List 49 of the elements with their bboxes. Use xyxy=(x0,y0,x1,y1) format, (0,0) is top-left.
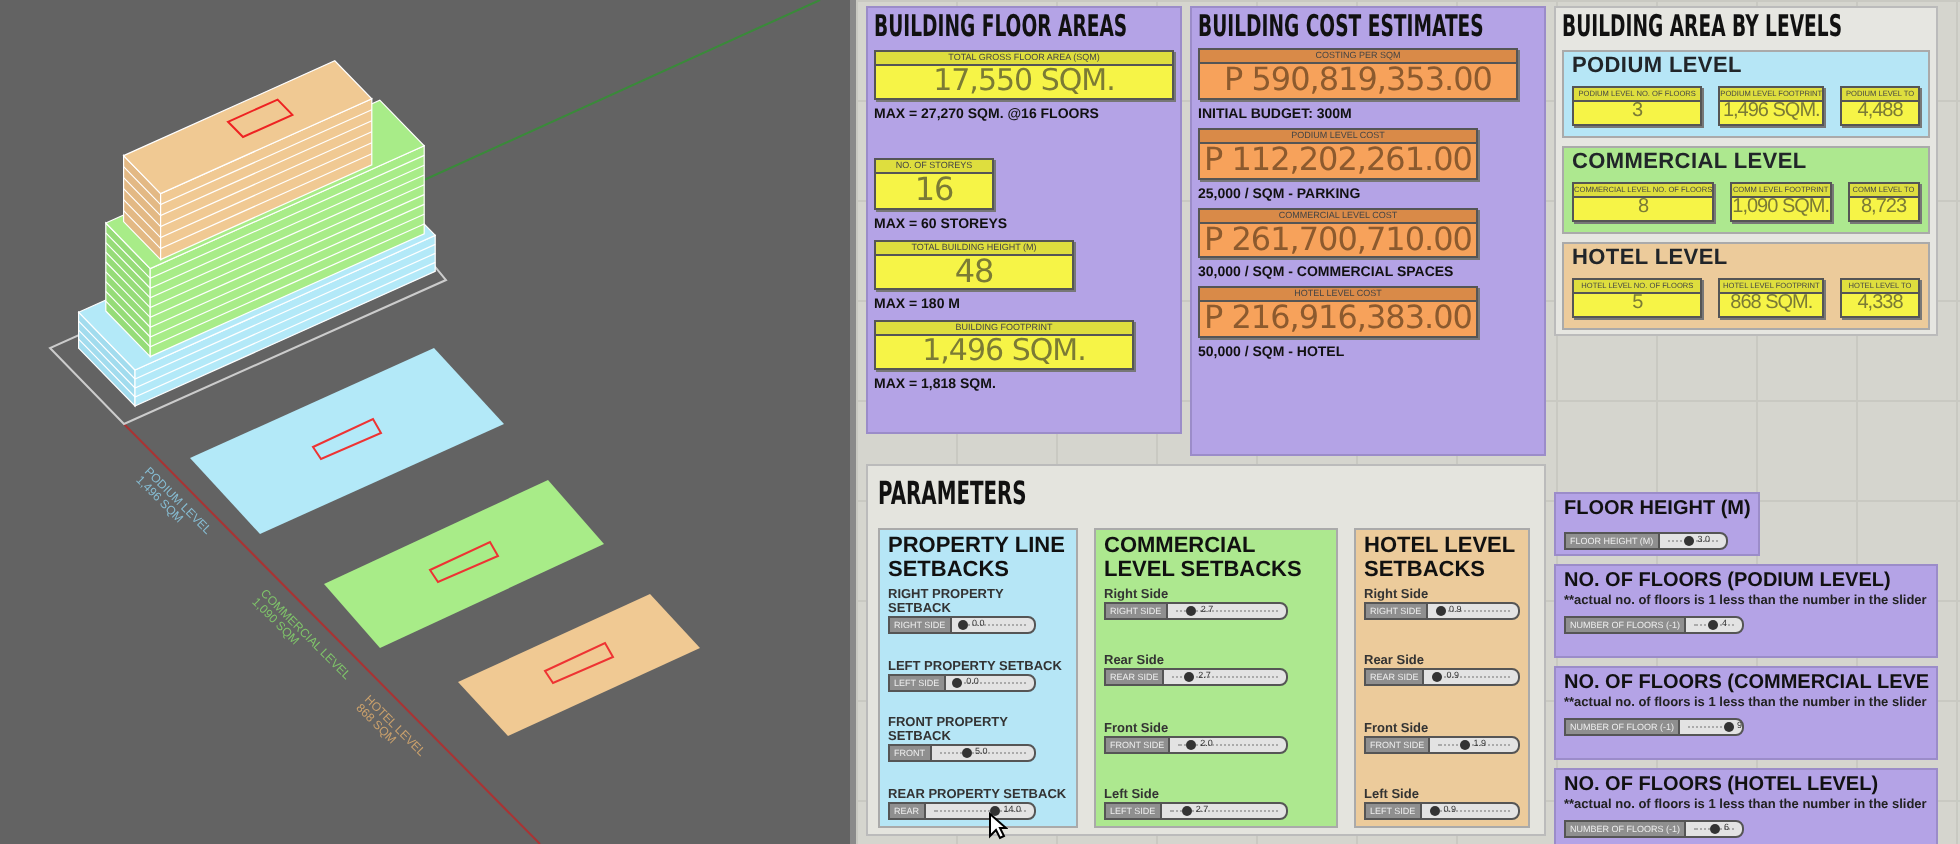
panel-value: P 590,819,353.00 xyxy=(1222,64,1494,98)
slider-thumb[interactable] xyxy=(1435,606,1446,617)
slider-thumb[interactable] xyxy=(1723,722,1734,733)
panel-value: 4,488 xyxy=(1855,102,1905,123)
group-subtitle: HOTEL LEVEL SETBACKS xyxy=(1364,536,1517,583)
level-title: COMMERCIAL LEVEL xyxy=(1572,152,1809,174)
slider-thumb[interactable] xyxy=(961,748,972,759)
slider-thumb[interactable] xyxy=(958,620,968,631)
panel-value: 8 xyxy=(1636,198,1651,219)
panel-value: 868 SQM. xyxy=(1728,294,1815,315)
group-title: PARAMETERS xyxy=(878,478,1027,510)
group-title: BUILDING COST ESTIMATES xyxy=(1198,12,1484,42)
slider-thumb[interactable] xyxy=(1186,606,1197,617)
panel-value: 3 xyxy=(1630,102,1645,123)
panel-value: 1,090 SQM. xyxy=(1732,198,1829,219)
level-title: HOTEL LEVEL xyxy=(1572,248,1730,270)
slider-thumb[interactable] xyxy=(1683,535,1694,545)
panel-value: 8,723 xyxy=(1858,198,1909,219)
slider-thumb[interactable] xyxy=(1429,805,1440,816)
panel-value: 17,550 SQM. xyxy=(931,66,1117,98)
panel-value: 4,338 xyxy=(1855,294,1905,315)
node-canvas[interactable] xyxy=(856,0,1960,844)
group-subtitle: COMMERCIAL LEVEL SETBACKS xyxy=(1104,536,1304,583)
panel-value: 1,496 SQM. xyxy=(1720,102,1822,123)
group-subtitle: PROPERTY LINE SETBACKS xyxy=(888,536,1067,583)
group-subtitle: NO. OF FLOORS (PODIUM LEVEL) xyxy=(1564,569,1893,594)
slider-thumb[interactable] xyxy=(952,677,963,688)
slider-thumb[interactable] xyxy=(1184,672,1195,683)
mouse-cursor-icon xyxy=(988,812,1008,840)
panel-value: 16 xyxy=(912,173,956,208)
panel-value: 48 xyxy=(952,255,996,289)
group-subtitle: NO. OF FLOORS (COMMERCIAL LEVE xyxy=(1564,671,1928,696)
slider-thumb[interactable] xyxy=(1459,739,1470,750)
slider-thumb[interactable] xyxy=(1710,824,1720,835)
slider-thumb[interactable] xyxy=(1181,805,1192,816)
panel-value: 5 xyxy=(1630,294,1645,315)
group-subtitle: FLOOR HEIGHT (M) xyxy=(1564,498,1751,523)
group-subtitle: NO. OF FLOORS (HOTEL LEVEL) xyxy=(1564,773,1881,798)
slider-thumb[interactable] xyxy=(1708,620,1718,631)
panel-value: 1,496 SQM. xyxy=(920,336,1088,369)
slider-thumb[interactable] xyxy=(989,805,1000,816)
panel-value: P 112,202,261.00 xyxy=(1202,143,1474,178)
panel-value: P 261,700,710.00 xyxy=(1202,223,1474,257)
group-title: BUILDING FLOOR AREAS xyxy=(874,12,1128,42)
group-title: BUILDING AREA BY LEVELS xyxy=(1562,12,1843,42)
slider-thumb[interactable] xyxy=(1432,672,1443,683)
slider-thumb[interactable] xyxy=(1186,739,1197,750)
panel-value: P 216,916,383.00 xyxy=(1202,302,1474,337)
level-title: PODIUM LEVEL xyxy=(1572,56,1744,78)
